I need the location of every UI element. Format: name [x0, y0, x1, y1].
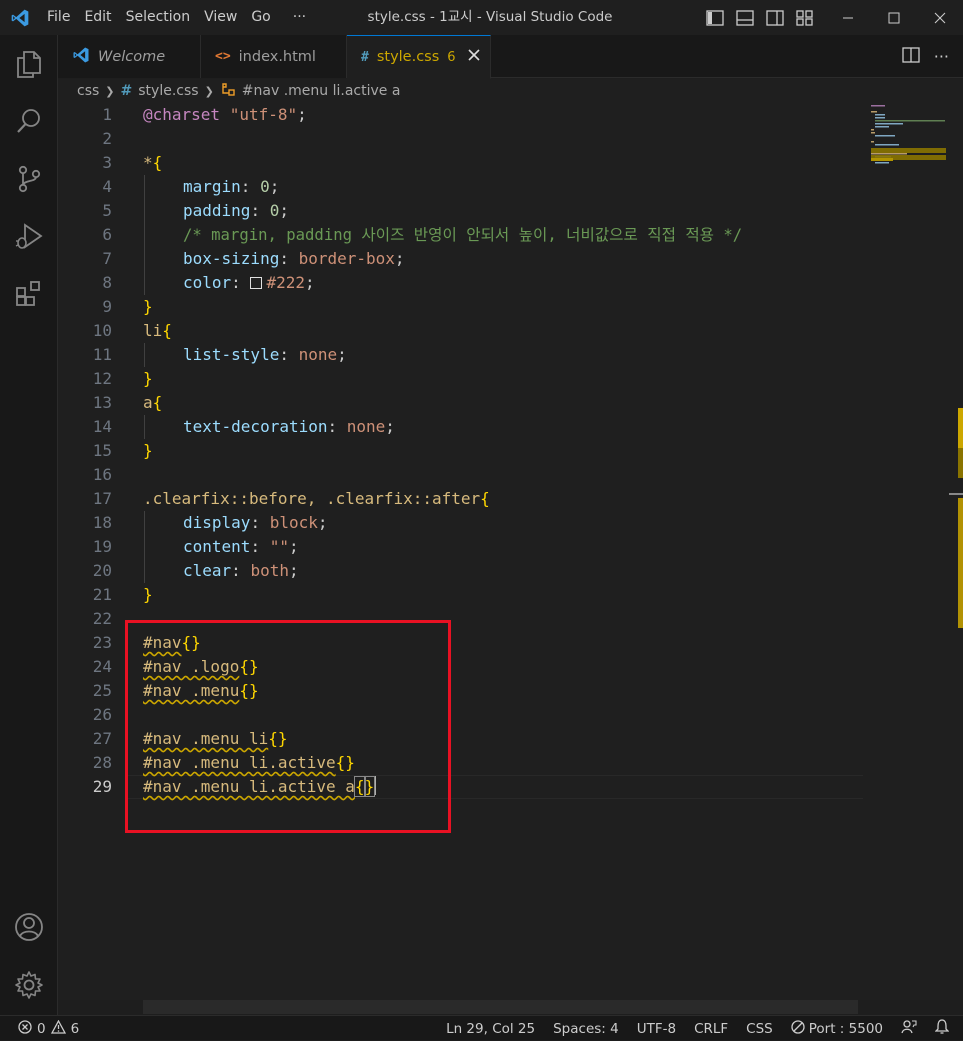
- code-line: 11 list-style: none;: [92, 345, 347, 364]
- split-editor-icon[interactable]: [902, 46, 920, 67]
- indentation[interactable]: Spaces: 4: [553, 1021, 619, 1037]
- vertical-scrollbar[interactable]: [958, 498, 963, 628]
- minimap[interactable]: [863, 103, 963, 1000]
- end-of-line[interactable]: CRLF: [694, 1021, 728, 1037]
- close-window-icon[interactable]: [917, 0, 963, 35]
- error-icon: [18, 1019, 32, 1038]
- toggle-secondary-sidebar-icon[interactable]: [764, 7, 786, 29]
- maximize-icon[interactable]: [871, 0, 917, 35]
- gear-icon[interactable]: [0, 960, 58, 1010]
- search-icon[interactable]: [0, 96, 58, 146]
- editor-tab-bar: Welcome <> index.html # style.css 6 ···: [58, 35, 963, 79]
- code-line: 1 @charset "utf-8";: [102, 105, 307, 124]
- css-hash-icon: #: [361, 49, 369, 65]
- horizontal-scrollbar[interactable]: [143, 1000, 858, 1014]
- language-mode[interactable]: CSS: [746, 1021, 773, 1037]
- scrollbar-warning-marker: [949, 493, 963, 495]
- explorer-icon[interactable]: [0, 39, 58, 89]
- menu-edit[interactable]: Edit: [77, 0, 118, 35]
- code-line: 16: [92, 465, 112, 484]
- activity-bar: [0, 35, 58, 1015]
- chevron-right-icon: ❯: [204, 84, 214, 98]
- menu-go[interactable]: Go: [244, 0, 277, 35]
- code-line: 8 color: #222;: [102, 273, 315, 292]
- error-count: 0: [37, 1020, 46, 1037]
- code-line: 12}: [92, 369, 153, 388]
- tab-label: index.html: [238, 48, 316, 65]
- css-hash-icon: #: [120, 83, 133, 99]
- vscode-icon: [72, 46, 90, 68]
- menu-selection[interactable]: Selection: [119, 0, 198, 35]
- title-bar: File Edit Selection View Go ··· style.cs…: [0, 0, 963, 35]
- window-title: style.css - 1교시 - Visual Studio Code: [367, 9, 613, 25]
- breadcrumb-symbol[interactable]: #nav .menu li.active a: [242, 83, 401, 99]
- notifications-bell-icon[interactable]: [934, 1019, 950, 1038]
- extensions-icon[interactable]: [0, 269, 58, 319]
- symbol-class-icon: [220, 82, 236, 100]
- code-line: 14 text-decoration: none;: [92, 417, 395, 436]
- toggle-panel-icon[interactable]: [734, 7, 756, 29]
- live-server-port[interactable]: Port : 5500: [791, 1019, 883, 1038]
- tab-welcome[interactable]: Welcome: [58, 35, 201, 78]
- chevron-right-icon: ❯: [105, 84, 115, 98]
- source-control-icon[interactable]: [0, 154, 58, 204]
- menu-view[interactable]: View: [197, 0, 244, 35]
- customize-layout-icon[interactable]: [794, 7, 816, 29]
- tab-label: Welcome: [98, 48, 166, 65]
- breadcrumb: css ❯ # style.css ❯ #nav .menu li.active…: [58, 79, 963, 103]
- breadcrumb-folder[interactable]: css: [77, 83, 99, 99]
- code-line: 2: [102, 129, 112, 148]
- accounts-icon[interactable]: [0, 902, 58, 952]
- tab-index-html[interactable]: <> index.html: [201, 35, 347, 78]
- color-swatch[interactable]: [250, 277, 263, 289]
- feedback-icon[interactable]: [901, 1019, 917, 1038]
- cursor-position[interactable]: Ln 29, Col 25: [446, 1021, 535, 1037]
- code-line: 15}: [92, 441, 153, 460]
- code-line: 4 margin: 0;: [102, 177, 280, 196]
- code-line: 7 box-sizing: border-box;: [102, 249, 405, 268]
- close-icon[interactable]: [468, 49, 480, 65]
- code-line: 17 .clearfix::before, .clearfix::after{: [92, 489, 490, 508]
- menu-more[interactable]: ···: [286, 0, 313, 35]
- encoding[interactable]: UTF-8: [637, 1021, 676, 1037]
- warning-icon: [50, 1019, 66, 1038]
- code-line: 19 content: "";: [92, 537, 299, 556]
- code-line: 13 a{: [92, 393, 163, 412]
- vscode-logo-icon: [0, 0, 40, 35]
- code-line: 20 clear: both;: [92, 561, 299, 580]
- tab-style-css[interactable]: # style.css 6: [347, 35, 491, 79]
- toggle-primary-sidebar-icon[interactable]: [704, 7, 726, 29]
- tab-label: style.css: [376, 49, 440, 65]
- problems-status[interactable]: 0 6: [18, 1016, 79, 1041]
- code-line: 3 *{: [102, 153, 163, 172]
- run-and-debug-icon[interactable]: [0, 211, 58, 261]
- html-icon: <>: [215, 49, 231, 64]
- no-entry-icon: [791, 1019, 805, 1038]
- menu-file[interactable]: File: [40, 0, 77, 35]
- scrollbar-warning-marker: [958, 408, 963, 448]
- code-line: 9}: [102, 297, 153, 316]
- warning-count: 6: [70, 1020, 80, 1037]
- highlight-box: [125, 620, 451, 833]
- code-line: 5 padding: 0;: [102, 201, 289, 220]
- code-line: 21}: [92, 585, 153, 604]
- code-line: 10 li{: [92, 321, 172, 340]
- breadcrumb-file[interactable]: style.css: [138, 83, 198, 99]
- more-actions-icon[interactable]: ···: [934, 47, 949, 66]
- minimize-icon[interactable]: [825, 0, 871, 35]
- problems-count-badge: 6: [447, 49, 456, 65]
- code-line: 18 display: block;: [92, 513, 328, 532]
- status-bar: 0 6 Ln 29, Col 25 Spaces: 4 UTF-8 CRLF C…: [0, 1015, 963, 1040]
- code-editor[interactable]: 1 @charset "utf-8"; 2 3 *{ 4 margin: 0; 5 pa…: [58, 103, 863, 1000]
- code-line: 6/* margin, padding 사이즈 반영이 안되서 높이, 너비값으…: [102, 225, 743, 244]
- scrollbar-warning-marker: [958, 448, 963, 478]
